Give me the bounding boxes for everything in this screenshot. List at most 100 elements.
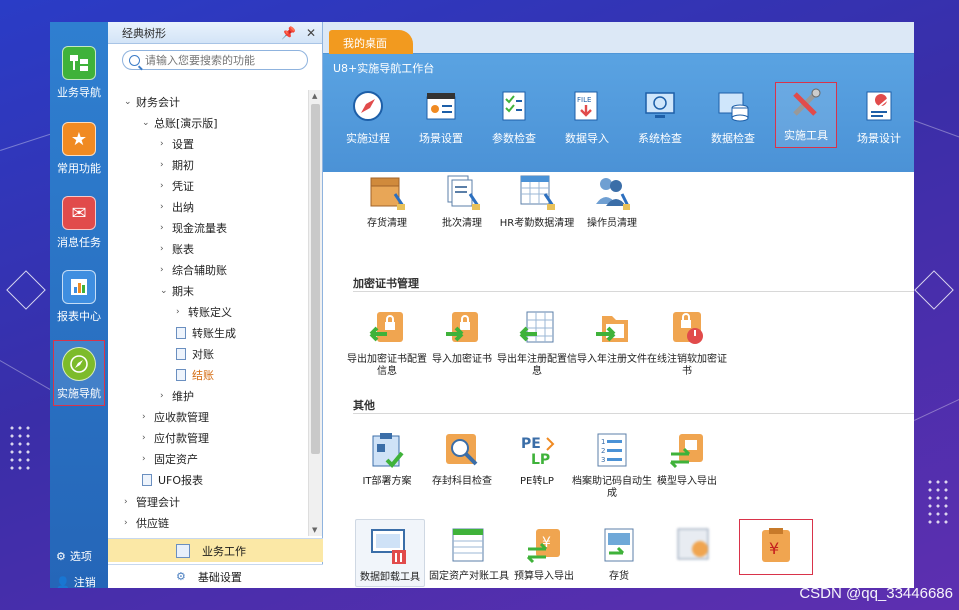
document-icon <box>142 474 152 486</box>
tool-it-deployment[interactable]: IT部署方案 <box>345 430 429 488</box>
pin-icon[interactable]: 📌 <box>281 26 296 40</box>
tool-pe-to-lp[interactable]: PE LP PE转LP <box>495 430 579 488</box>
box-icon <box>367 172 407 212</box>
tree-node[interactable]: ⌄ 总账[演示版] <box>142 114 218 132</box>
scroll-down-icon[interactable]: ▼ <box>312 526 317 534</box>
compass-icon <box>350 88 386 124</box>
svg-text:2: 2 <box>601 447 605 455</box>
tool-data-unload[interactable]: 数据卸载工具 <box>355 519 425 587</box>
tab-basic-settings[interactable]: ⚙ 基础设置 <box>108 564 323 588</box>
logout-link[interactable]: 👤 注销 <box>56 574 96 589</box>
tool-export-cert-config[interactable]: 导出加密证书配置信息 <box>345 308 429 378</box>
sheet-export-icon <box>517 308 557 348</box>
tool-mnemonic-autogen[interactable]: 123 档案助记码自动生成 <box>570 430 654 500</box>
star-icon: ★ <box>62 122 96 156</box>
tree-node[interactable]: › 出纳 <box>160 198 194 216</box>
close-icon[interactable]: ✕ <box>306 26 316 40</box>
tool-highlighted[interactable]: ¥ <box>739 519 813 575</box>
nav-business[interactable]: 业务导航 <box>53 40 105 106</box>
toolbar-parameter-check[interactable]: 参数检查 <box>483 86 545 148</box>
numbered-list-icon: 123 <box>592 430 632 470</box>
tree-node[interactable]: › 综合辅助账 <box>160 261 227 279</box>
bg-line <box>913 120 959 142</box>
chevron-right-icon: › <box>142 412 146 422</box>
tab-business-work[interactable]: 业务工作 <box>108 538 323 562</box>
mail-icon: ✉ <box>62 196 96 230</box>
tool-batch-cleanup[interactable]: 批次清理 <box>420 172 504 230</box>
tool-budget-import-export[interactable]: ¥ 预算导入导出 <box>502 525 586 583</box>
svg-text:PE: PE <box>521 436 541 452</box>
nav-implementation[interactable]: 实施导航 <box>53 340 105 406</box>
tool-closed-account-check[interactable]: 存封科目检查 <box>420 430 504 488</box>
tool-import-cert[interactable]: 导入加密证书 <box>420 308 504 366</box>
document-icon <box>176 348 186 360</box>
document-icon <box>176 369 186 381</box>
bg-dots <box>926 478 952 528</box>
tool-inventory-batch[interactable]: 存货 <box>577 525 661 583</box>
tree-node[interactable]: › 转账定义 <box>176 303 232 321</box>
tree-node[interactable]: UFO报表 <box>142 471 203 489</box>
section-title-other: 其他 <box>353 399 375 412</box>
tool-operator-cleanup[interactable]: 操作员清理 <box>570 172 654 230</box>
options-label: 选项 <box>69 550 92 563</box>
svg-text:1: 1 <box>601 438 605 446</box>
scroll-thumb[interactable] <box>311 104 320 454</box>
tool-import-year-registration[interactable]: 导入年注册文件 <box>570 308 654 366</box>
options-link[interactable]: ⚙ 选项 <box>56 548 92 564</box>
search-input[interactable] <box>145 53 295 67</box>
tree-node[interactable]: › 供应链 <box>124 514 169 532</box>
app-window: 业务导航 ★ 常用功能 ✉ 消息任务 报表中心 实施导航 ⚙ 选项 👤 注销 经… <box>50 22 914 588</box>
tool-model-import-export[interactable]: 模型导入导出 <box>645 430 729 488</box>
scroll-up-icon[interactable]: ▲ <box>312 92 317 100</box>
tree-node[interactable]: › 维护 <box>160 387 194 405</box>
tree-node[interactable]: › 管理会计 <box>124 493 180 511</box>
toolbar-data-import[interactable]: FILE 数据导入 <box>556 86 618 148</box>
toolbar-data-check[interactable]: 数据检查 <box>702 86 764 148</box>
toolbar-system-check[interactable]: 系统检查 <box>629 86 691 148</box>
nav-reports[interactable]: 报表中心 <box>53 264 105 330</box>
tree-node[interactable]: › 固定资产 <box>142 450 198 468</box>
chevron-right-icon: › <box>160 265 164 275</box>
chevron-right-icon: › <box>160 391 164 401</box>
tree-node[interactable]: › 应付款管理 <box>142 429 209 447</box>
main-area: 我的桌面 U8+实施导航工作台 实施过程 场景设置 参数检查 FILE 数据导入 <box>323 22 914 588</box>
tree-node[interactable]: 转账生成 <box>176 324 236 342</box>
tools-content: 存货清理 批次清理 HR考勤数据清理 操作员清理 加密证书管理 导出加密证书配置… <box>323 172 914 588</box>
chevron-right-icon: › <box>124 497 128 507</box>
nav-messages[interactable]: ✉ 消息任务 <box>53 190 105 256</box>
tree-node[interactable]: › 凭证 <box>160 177 194 195</box>
vertical-scrollbar[interactable]: ▲ ▼ <box>308 90 322 536</box>
tree-node[interactable]: › 期初 <box>160 156 194 174</box>
tree-node[interactable]: › 现金流量表 <box>160 219 227 237</box>
toolbar-scene-design[interactable]: 场景设计 <box>848 86 910 148</box>
database-icon <box>715 88 751 124</box>
tree-node[interactable]: ⌄ 财务会计 <box>124 93 180 111</box>
tool-export-year-registration[interactable]: 导出年注册配置信息 <box>495 308 579 378</box>
chevron-right-icon: › <box>124 518 128 528</box>
tool-blurred[interactable] <box>652 525 736 571</box>
toolbar-scene-settings[interactable]: 场景设置 <box>410 86 472 148</box>
toolbar-implementation-process[interactable]: 实施过程 <box>337 86 399 148</box>
magnifier-icon <box>442 430 482 470</box>
tool-fixed-asset-reconcile[interactable]: 固定资产对账工具 <box>427 525 511 583</box>
tool-hr-attendance-cleanup[interactable]: HR考勤数据清理 <box>495 172 579 230</box>
tool-inventory-cleanup[interactable]: 存货清理 <box>345 172 429 230</box>
chevron-right-icon: › <box>160 244 164 254</box>
chevron-right-icon: › <box>160 139 164 149</box>
tree-node[interactable]: › 设置 <box>160 135 194 153</box>
tree-node[interactable]: ⌄ 期末 <box>160 282 194 300</box>
nav-favorites[interactable]: ★ 常用功能 <box>53 116 105 182</box>
tree-panel-header: 经典树形 📌 ✕ <box>108 22 322 44</box>
tree-node[interactable]: 对账 <box>176 345 214 363</box>
tree-node[interactable]: › 应收款管理 <box>142 408 209 426</box>
tab-strip: 我的桌面 <box>323 22 914 54</box>
tab-my-desktop[interactable]: 我的桌面 <box>329 30 413 54</box>
section-title-cert: 加密证书管理 <box>353 277 419 290</box>
tree-node-selected[interactable]: 结账 <box>176 366 214 384</box>
file-import-icon: FILE <box>569 88 605 124</box>
data-unload-icon <box>370 526 410 566</box>
tool-online-deregister-cert[interactable]: 在线注销软加密证书 <box>645 308 729 378</box>
toolbar-implementation-tools[interactable]: 实施工具 <box>775 82 837 148</box>
tree-node[interactable]: › 账表 <box>160 240 194 258</box>
tree-panel-title: 经典树形 <box>122 26 166 40</box>
